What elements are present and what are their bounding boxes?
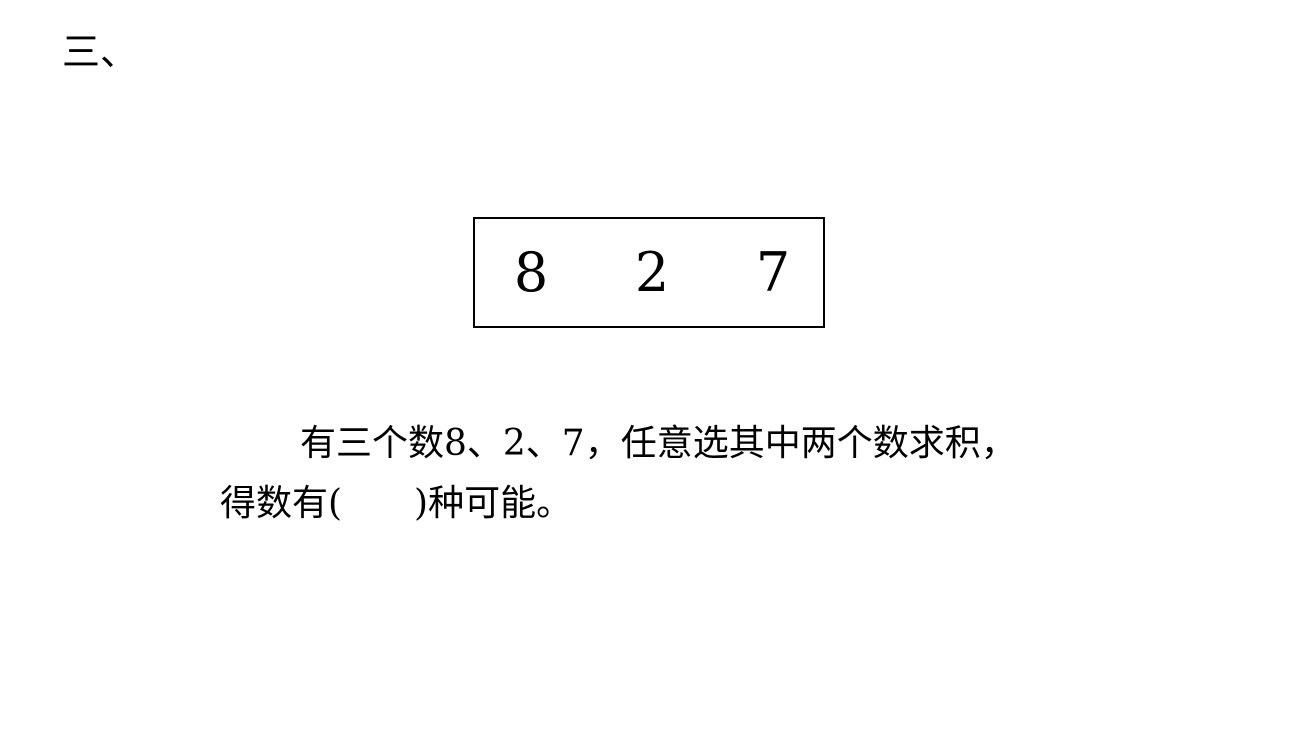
question-text: 有三个数8、2、7，任意选其中两个数求积， 得数有( )种可能。: [220, 414, 1100, 534]
number-digit: 2: [634, 241, 670, 304]
number-box: 8 2 7: [473, 217, 825, 328]
question-line-2-suffix: )种可能。: [414, 483, 573, 524]
number-digit: 7: [755, 241, 791, 304]
number-digit: 8: [513, 241, 549, 304]
question-line-2-prefix: 得数有(: [220, 483, 343, 524]
section-number: 三、: [62, 30, 139, 74]
question-line-1: 有三个数8、2、7，任意选其中两个数求积，: [300, 423, 1017, 464]
question-line-2: 得数有( )种可能。: [220, 474, 1100, 534]
